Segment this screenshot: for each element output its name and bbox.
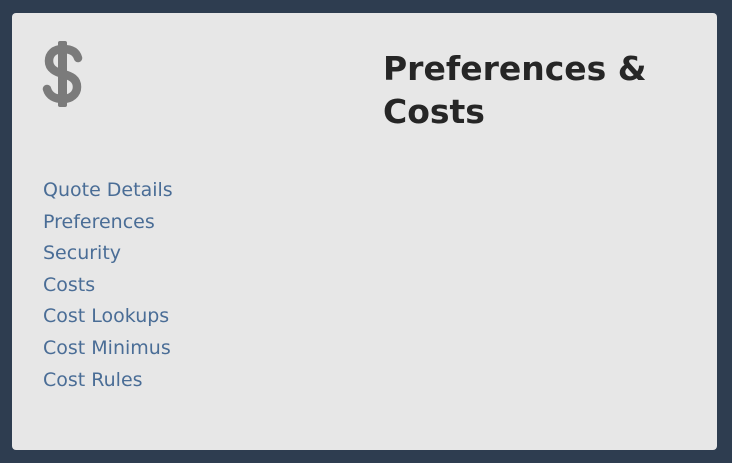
- nav-item-quote-details: Quote Details: [43, 175, 173, 207]
- nav-item-security: Security: [43, 238, 173, 270]
- security-link[interactable]: Security: [43, 242, 121, 264]
- cost-nav-list: Quote Details Preferences Security Costs…: [43, 175, 173, 396]
- nav-item-cost-lookups: Cost Lookups: [43, 301, 173, 333]
- page-title: Preferences & Costs: [383, 49, 647, 131]
- quote-details-link[interactable]: Quote Details: [43, 179, 173, 201]
- nav-item-costs: Costs: [43, 270, 173, 302]
- cost-minimus-link[interactable]: Cost Minimus: [43, 337, 171, 359]
- cost-rules-link[interactable]: Cost Rules: [43, 369, 143, 391]
- preferences-costs-card: Preferences & Costs Quote Details Prefer…: [12, 13, 717, 450]
- dollar-icon: [42, 41, 83, 107]
- nav-item-preferences: Preferences: [43, 207, 173, 239]
- nav-item-cost-rules: Cost Rules: [43, 365, 173, 397]
- costs-link[interactable]: Costs: [43, 274, 95, 296]
- preferences-link[interactable]: Preferences: [43, 211, 155, 233]
- nav-item-cost-minimus: Cost Minimus: [43, 333, 173, 365]
- cost-lookups-link[interactable]: Cost Lookups: [43, 305, 169, 327]
